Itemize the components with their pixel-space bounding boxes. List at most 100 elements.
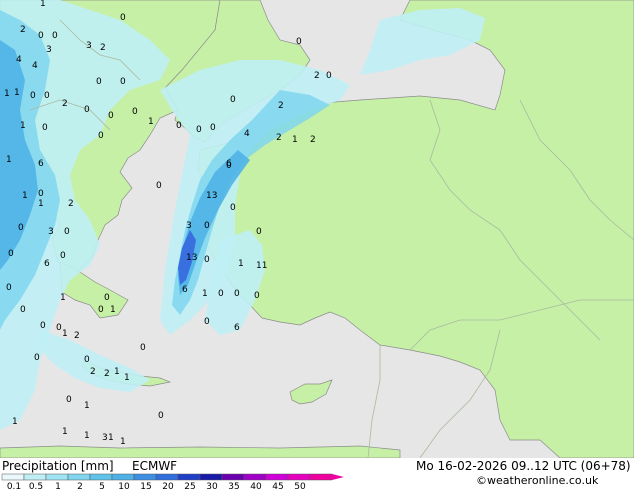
- precip-value-label: 0: [254, 291, 260, 301]
- precip-value-label: 0: [210, 123, 216, 133]
- color-scale-label: 0.1: [7, 482, 21, 490]
- precip-value-label: 0: [30, 91, 36, 101]
- precip-value-label: 0: [204, 317, 210, 327]
- precip-value-label: 6: [226, 159, 232, 169]
- color-scale-arrow: [332, 474, 344, 480]
- precip-value-label: 0: [60, 251, 66, 261]
- precip-value-label: 0: [234, 289, 240, 299]
- precip-value-label: 0: [120, 13, 126, 23]
- color-scale-swatch: [221, 473, 245, 481]
- precip-value-label: 2: [104, 369, 110, 379]
- precip-value-label: 2: [310, 135, 316, 145]
- precip-value-label: 1: [84, 431, 90, 441]
- color-scale-label: 15: [140, 482, 151, 490]
- precip-value-label: 0: [84, 355, 90, 365]
- precip-value-label: 0: [20, 305, 26, 315]
- color-scale-label: 35: [228, 482, 239, 490]
- color-scale-label: 10: [118, 482, 130, 490]
- precip-value-label: 2: [314, 71, 320, 81]
- color-scale-swatch: [23, 473, 47, 481]
- precip-value-label: 1: [292, 135, 298, 145]
- precip-value-label: 3: [46, 45, 52, 55]
- color-scale-swatch: [67, 473, 91, 481]
- precip-value-label: 0: [84, 105, 90, 115]
- precip-value-label: 0: [96, 77, 102, 87]
- color-scale-swatch: [309, 473, 333, 481]
- precip-value-label: 0: [120, 77, 126, 87]
- legend-footer: 0.1 0.5 1 2 5 10 15 20 25 30 35 40 45 50 Precipitatio…: [0, 458, 634, 490]
- precip-value-label: 11: [256, 261, 267, 271]
- color-scale-swatch: [111, 473, 135, 481]
- precip-value-label: 0: [52, 31, 58, 41]
- precip-value-label: 0: [64, 227, 70, 237]
- color-scale-swatch: [199, 473, 223, 481]
- precip-value-label: 1: [62, 427, 68, 437]
- precip-value-label: 0: [44, 91, 50, 101]
- color-scale-swatch: [287, 473, 311, 481]
- precip-value-label: 2: [68, 199, 74, 209]
- precip-value-label: 0: [98, 131, 104, 141]
- precip-value-label: 2: [276, 133, 282, 143]
- color-scale-swatch: [177, 473, 201, 481]
- precip-value-label: 0: [230, 203, 236, 213]
- precip-value-label: 0: [42, 123, 48, 133]
- precip-value-label: 0: [204, 221, 210, 231]
- precip-value-label: 1: [120, 437, 126, 447]
- precip-value-label: 1: [14, 88, 20, 98]
- precip-value-label: 0: [176, 121, 182, 131]
- color-scale-swatch: [265, 473, 289, 481]
- precip-value-label: 1: [148, 117, 154, 127]
- color-scale-swatch: [89, 473, 113, 481]
- precip-value-label: 2: [62, 99, 68, 109]
- color-scale-label: 25: [184, 482, 195, 490]
- color-scale-label: 2: [77, 482, 83, 490]
- precip-value-label: 1: [40, 0, 46, 9]
- precip-value-label: 0: [296, 37, 302, 47]
- precip-value-label: 2: [20, 25, 26, 35]
- precip-value-label: 6: [44, 259, 50, 269]
- precip-value-label: 4: [32, 61, 38, 71]
- precip-value-label: 2: [90, 367, 96, 377]
- precip-value-label: 0: [104, 293, 110, 303]
- precip-value-label: 0: [6, 283, 12, 293]
- precip-value-label: 0: [34, 353, 40, 363]
- color-scale-swatches: [1, 473, 344, 481]
- precip-value-label: 0: [98, 305, 104, 315]
- precip-value-label: 1: [4, 89, 10, 99]
- precip-value-label: 0: [158, 411, 164, 421]
- precip-value-label: 1: [202, 289, 208, 299]
- precip-value-label: 6: [182, 285, 188, 295]
- precip-value-label: 1: [20, 121, 26, 131]
- color-scale-label: 1: [55, 482, 61, 490]
- precip-value-label: 2: [100, 43, 106, 53]
- color-scale-label: 30: [206, 482, 218, 490]
- precip-value-label: 3: [86, 41, 92, 51]
- precip-value-label: 0: [108, 111, 114, 121]
- precip-value-label: 1: [108, 433, 114, 443]
- legend-title: Precipitation [mm]: [2, 459, 114, 473]
- precip-value-label: 0: [8, 249, 14, 259]
- precip-value-label: 3: [102, 433, 108, 443]
- precip-value-label: 1: [124, 373, 130, 383]
- color-scale-label: 5: [99, 482, 105, 490]
- precip-value-label: 0: [204, 255, 210, 265]
- precip-value-label: 0: [230, 95, 236, 105]
- precip-value-label: 3: [186, 221, 192, 231]
- color-scale-swatch: [1, 473, 25, 481]
- precip-value-label: 2: [74, 331, 80, 341]
- precip-value-label: 0: [156, 181, 162, 191]
- color-scale-label: 20: [162, 482, 174, 490]
- credit-link[interactable]: ©weatheronline.co.uk: [476, 474, 598, 487]
- forecast-datetime: Mo 16-02-2026 09..12 UTC (06+78): [416, 459, 631, 473]
- precip-value-label: 0: [326, 71, 332, 81]
- color-scale-swatch: [243, 473, 267, 481]
- precip-value-label: 0: [256, 227, 262, 237]
- precip-value-label: 1: [84, 401, 90, 411]
- precip-value-label: 0: [66, 395, 72, 405]
- precip-value-label: 6: [38, 159, 44, 169]
- precip-value-label: 0: [38, 31, 44, 41]
- model-name: ECMWF: [132, 459, 178, 473]
- precip-value-label: 1: [110, 305, 116, 315]
- precip-value-label: 13: [206, 191, 217, 201]
- precip-value-label: 1: [38, 199, 44, 209]
